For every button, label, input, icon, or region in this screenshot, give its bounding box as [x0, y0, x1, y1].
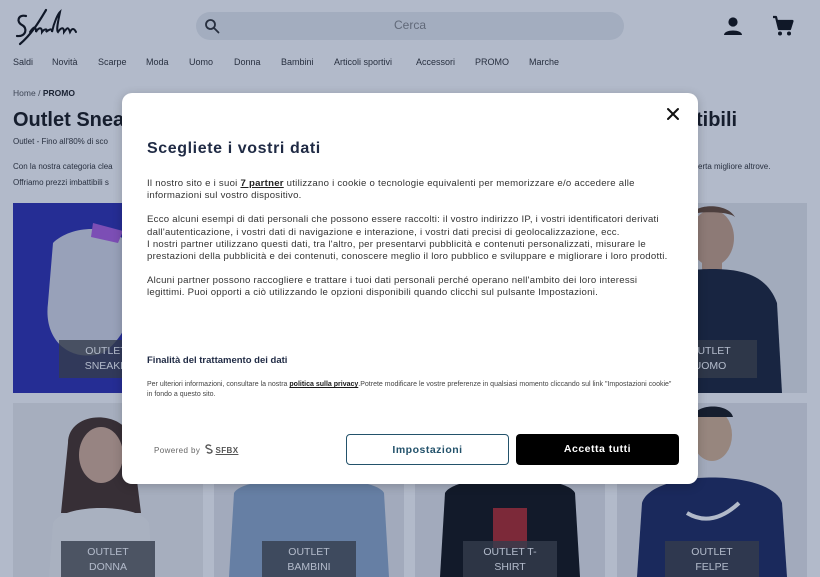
- dialog-paragraph-3: I nostri partner utilizzano questi dati,…: [147, 238, 668, 263]
- dialog-title: Scegliete i vostri dati: [147, 140, 321, 157]
- paragraph-text: Il nostro sito e i suoi: [147, 178, 241, 189]
- footnote-text: Per ulteriori informazioni, consultare l…: [147, 381, 290, 388]
- partners-link[interactable]: 7 partner: [240, 178, 283, 189]
- sfbx-link[interactable]: SFBX: [216, 446, 239, 455]
- accept-all-button[interactable]: Accetta tutti: [516, 434, 679, 465]
- dialog-paragraph-4: Alcuni partner possono raccogliere e tra…: [147, 275, 638, 299]
- settings-button[interactable]: Impostazioni: [346, 434, 509, 465]
- dialog-footnote: Per ulteriori informazioni, consultare l…: [147, 380, 677, 400]
- privacy-policy-link[interactable]: politica sulla privacy: [289, 381, 358, 388]
- sfbx-logo-icon: [205, 444, 213, 454]
- powered-by-label: Powered by: [154, 446, 201, 455]
- dialog-body: Il nostro sito e i suoi 7 partner utiliz…: [147, 178, 675, 312]
- close-icon[interactable]: [664, 105, 682, 123]
- powered-by: Powered by SFBX: [154, 444, 238, 455]
- dialog-paragraph-2: Ecco alcuni esempi di dati personali che…: [147, 214, 659, 238]
- dialog-paragraph-1: Il nostro sito e i suoi 7 partner utiliz…: [147, 178, 675, 202]
- purposes-section-title[interactable]: Finalità del trattamento dei dati: [147, 355, 287, 366]
- cookie-consent-dialog: Scegliete i vostri dati Il nostro sito e…: [122, 93, 698, 484]
